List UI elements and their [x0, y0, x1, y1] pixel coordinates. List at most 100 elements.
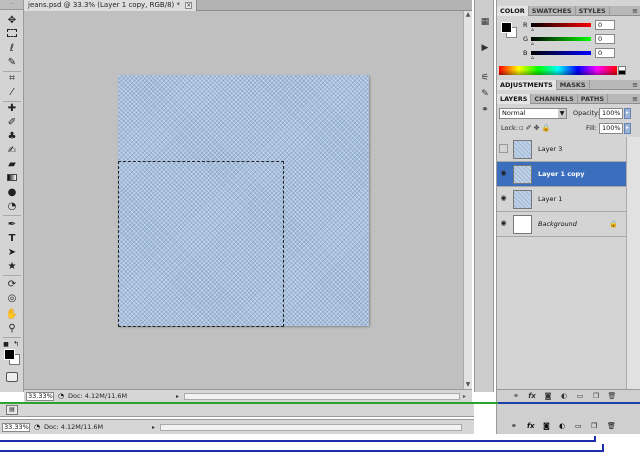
eyedropper-tool-icon[interactable]: ⁄	[4, 86, 20, 99]
tab-paths[interactable]: PATHS	[578, 94, 609, 104]
tab-color[interactable]: COLOR	[497, 6, 529, 16]
color-panel-menu-icon[interactable]: ≡	[632, 6, 638, 16]
crop-tool-icon[interactable]: ⌗	[4, 72, 20, 85]
green-value-field[interactable]: 0	[595, 34, 615, 44]
eraser-tool-icon[interactable]: ▰	[4, 158, 20, 171]
tab-swatches[interactable]: SWATCHES	[529, 6, 576, 16]
document-vertical-scrollbar[interactable]: ▲ ▼	[463, 11, 472, 389]
link-layers-icon[interactable]: ⚭	[511, 391, 521, 401]
tab-channels[interactable]: CHANNELS	[531, 94, 578, 104]
foreground-color-swatch[interactable]	[4, 349, 15, 360]
layers-vertical-scrollbar[interactable]	[626, 137, 640, 389]
tools-panel: ·· ✥ ℓ ✎ ⌗ ⁄ ✚ ✐ ♣ ✍ ▰ ● ◔ ✒ T ➤ ★ ⟳ ◎ ✋…	[0, 0, 24, 392]
lower-add-mask-icon[interactable]: ◙	[543, 422, 550, 430]
layer-row-layer-1[interactable]: ◉ Layer 1	[497, 187, 626, 212]
brush-tool-icon[interactable]: ✐	[4, 116, 20, 129]
clone-source-icon[interactable]: ⚭	[478, 104, 492, 116]
lower-layer-style-icon[interactable]: fx	[527, 422, 535, 430]
brushes-panel-icon[interactable]: ✎	[478, 88, 492, 100]
document-horizontal-scrollbar[interactable]	[184, 393, 460, 400]
dodge-tool-icon[interactable]: ◔	[4, 200, 20, 213]
tab-styles[interactable]: STYLES	[576, 6, 610, 16]
zoom-tool-icon[interactable]: ⚲	[4, 322, 20, 335]
color-panel-foreground-swatch[interactable]	[501, 22, 512, 33]
blue-slider-knob-icon[interactable]: ▵	[531, 55, 534, 61]
close-tab-icon[interactable]: ×	[185, 1, 193, 9]
opacity-arrow-icon[interactable]: ▸	[624, 108, 631, 119]
path-selection-tool-icon[interactable]: ➤	[4, 246, 20, 259]
lower-horizontal-scrollbar[interactable]	[160, 424, 462, 431]
green-slider-track[interactable]	[531, 37, 591, 41]
document-tab[interactable]: jeans.psd @ 33.3% (Layer 1 copy, RGB/8) …	[24, 0, 198, 11]
hand-tool-icon[interactable]: ✋	[4, 308, 20, 321]
lock-label: Lock:	[501, 124, 519, 132]
shape-tool-icon[interactable]: ★	[4, 260, 20, 273]
eye-icon[interactable]: ◉	[499, 219, 508, 228]
lower-new-group-icon[interactable]: ▭	[575, 422, 582, 430]
chevron-down-icon[interactable]: ▼	[558, 109, 566, 118]
gradient-tool-icon[interactable]	[4, 172, 20, 185]
adjustments-panel-menu-icon[interactable]: ≡	[632, 80, 638, 90]
scroll-right-icon[interactable]: ▸	[463, 392, 470, 401]
type-tool-icon[interactable]: T	[4, 232, 20, 245]
layers-panel-menu-icon[interactable]: ≡	[632, 94, 638, 104]
tool-presets-icon[interactable]: ⚟	[478, 72, 492, 84]
red-value-field[interactable]: 0	[595, 20, 615, 30]
lock-options-icon[interactable]: ▫✐✥🔒	[519, 123, 552, 134]
zoom-level-field[interactable]: 33.33%	[26, 392, 54, 401]
marquee-tool-icon[interactable]	[4, 28, 20, 41]
delete-layer-icon[interactable]: 🗑	[607, 391, 617, 401]
lower-zoom-field[interactable]: 33.33%	[2, 423, 30, 432]
color-spectrum-ramp[interactable]	[499, 66, 617, 75]
opacity-field[interactable]: 100%	[599, 108, 623, 119]
scroll-up-icon[interactable]: ▲	[464, 11, 472, 19]
red-slider-knob-icon[interactable]: ▵	[531, 27, 534, 33]
layer-row-background[interactable]: ◉ Background 🔒	[497, 212, 626, 237]
fill-field[interactable]: 100%	[599, 123, 623, 134]
black-white-ramp[interactable]	[618, 66, 626, 75]
tools-panel-grip[interactable]: ··	[0, 0, 23, 10]
lasso-tool-icon[interactable]: ℓ	[4, 42, 20, 55]
actions-panel-icon[interactable]: ▶	[478, 42, 492, 54]
fill-arrow-icon[interactable]: ▸	[624, 123, 631, 134]
move-tool-icon[interactable]: ✥	[4, 14, 20, 27]
status-menu-arrow-icon[interactable]: ▸	[176, 392, 183, 401]
layer-row-layer-1-copy[interactable]: ◉ Layer 1 copy	[497, 162, 626, 187]
eye-icon[interactable]: ◉	[499, 194, 508, 203]
scroll-down-icon[interactable]: ▼	[464, 381, 472, 389]
lower-new-layer-icon[interactable]: ❐	[591, 422, 597, 430]
quick-mask-mode-icon[interactable]	[6, 372, 18, 382]
eye-icon[interactable]: ◉	[499, 169, 508, 178]
tab-adjustments[interactable]: ADJUSTMENTS	[497, 80, 557, 90]
lower-adjustment-layer-icon[interactable]: ◐	[559, 422, 565, 430]
healing-brush-tool-icon[interactable]: ✚	[4, 102, 20, 115]
blue-value-field[interactable]: 0	[595, 48, 615, 58]
pen-tool-icon[interactable]: ✒	[4, 218, 20, 231]
adjustment-layer-icon[interactable]: ◐	[559, 391, 569, 401]
green-slider-knob-icon[interactable]: ▵	[531, 41, 534, 47]
layer-style-icon[interactable]: fx	[527, 391, 537, 401]
lower-status-menu-arrow-icon[interactable]: ▸	[152, 423, 159, 432]
tab-layers[interactable]: LAYERS	[497, 94, 532, 104]
add-mask-icon[interactable]: ◙	[543, 391, 553, 401]
history-panel-icon[interactable]: ▦	[478, 16, 492, 28]
status-info-icon[interactable]: ◔	[58, 392, 66, 401]
history-brush-tool-icon[interactable]: ✍	[4, 144, 20, 157]
clone-stamp-tool-icon[interactable]: ♣	[4, 130, 20, 143]
visibility-toggle-empty-icon[interactable]	[499, 144, 508, 153]
new-group-icon[interactable]: ▭	[575, 391, 585, 401]
blur-tool-icon[interactable]: ●	[4, 186, 20, 199]
lower-status-info-icon[interactable]: ◔	[34, 423, 42, 432]
blue-slider-track[interactable]	[531, 51, 591, 55]
new-layer-icon[interactable]: ❐	[591, 391, 601, 401]
3d-rotate-tool-icon[interactable]: ⟳	[4, 278, 20, 291]
layer-row-layer-3[interactable]: Layer 3	[497, 137, 626, 162]
lower-link-layers-icon[interactable]: ⚭	[511, 422, 517, 430]
tab-masks[interactable]: MASKS	[557, 80, 590, 90]
quick-selection-tool-icon[interactable]: ✎	[4, 56, 20, 69]
lower-delete-layer-icon[interactable]: 🗑	[607, 422, 616, 430]
3d-orbit-tool-icon[interactable]: ◎	[4, 292, 20, 305]
lower-minimized-icon[interactable]: ▤	[6, 405, 18, 415]
blend-mode-select[interactable]: Normal ▼	[499, 108, 567, 119]
red-slider-track[interactable]	[531, 23, 591, 27]
